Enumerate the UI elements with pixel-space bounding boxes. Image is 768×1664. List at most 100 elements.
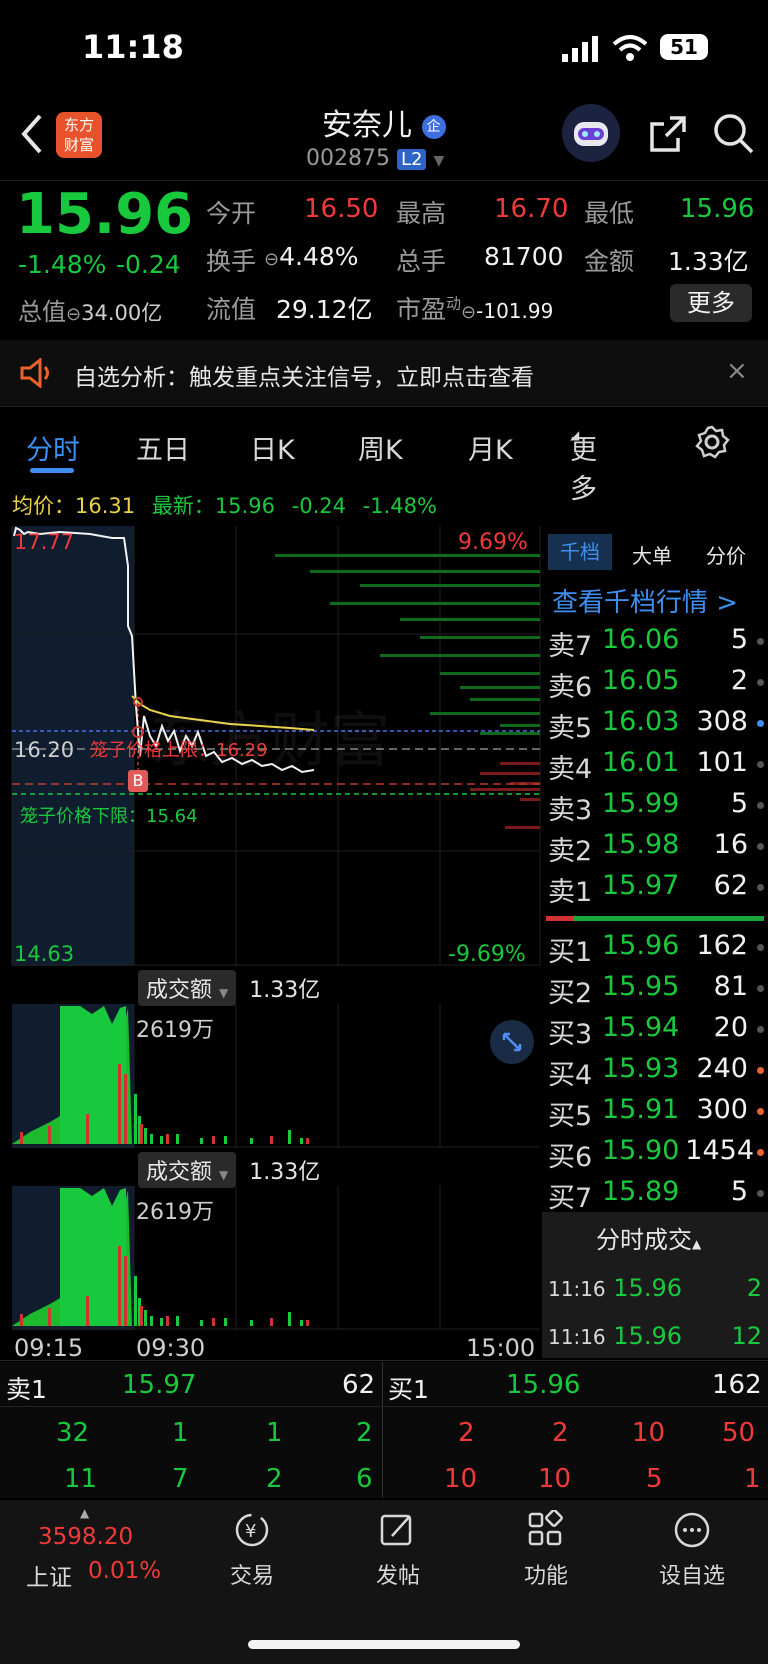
latest-pct: -1.48% bbox=[362, 494, 437, 518]
stock-code[interactable]: 002875 L2 ▼ bbox=[306, 146, 444, 171]
float-label: 流值 bbox=[206, 295, 257, 324]
amount-chart-2[interactable] bbox=[0, 1186, 542, 1330]
close-icon[interactable]: × bbox=[726, 356, 748, 386]
bid-row-7[interactable]: 买7 15.89 5 bbox=[548, 1172, 768, 1214]
buy-queue-item: 10 bbox=[632, 1418, 666, 1448]
ask-row-2[interactable]: 卖2 15.98 16 bbox=[548, 825, 768, 867]
app-logo-line1: 东方 bbox=[63, 116, 94, 134]
tab-weekly-k[interactable]: 周K bbox=[358, 428, 403, 467]
amount-chart[interactable] bbox=[0, 1004, 542, 1148]
sell1-price: 15.97 bbox=[122, 1370, 197, 1400]
ask-volume: 62 bbox=[713, 870, 748, 901]
gear-icon[interactable] bbox=[694, 424, 730, 467]
bid-price: 15.89 bbox=[602, 1176, 680, 1207]
amount-selector[interactable]: 成交额 ▼ bbox=[138, 970, 237, 1006]
ask-row-5[interactable]: 卖5 16.03 308 bbox=[548, 702, 768, 744]
ask-row-7[interactable]: 卖7 16.06 5 bbox=[548, 620, 768, 662]
nav-trade[interactable]: ¥ 交易 bbox=[192, 1510, 312, 1590]
buy-queue-item: 2 bbox=[552, 1418, 569, 1448]
time-end: 15:00 bbox=[466, 1334, 536, 1362]
buy-marker[interactable]: B bbox=[128, 770, 148, 792]
bid-label: 买1 bbox=[548, 937, 593, 968]
nav-add-watchlist[interactable]: 设自选 bbox=[632, 1510, 752, 1590]
back-button[interactable] bbox=[18, 112, 46, 160]
tab-five-day[interactable]: 五日 bbox=[136, 428, 190, 467]
trade-row: 11:16 15.96 2 bbox=[548, 1274, 762, 1302]
trades-panel[interactable]: 分时成交▲ 11:16 15.96 2 11:16 15.96 12 bbox=[542, 1212, 768, 1358]
buy-queue-item: 10 bbox=[538, 1464, 572, 1494]
bid-price: 15.93 bbox=[602, 1053, 680, 1084]
buy-queue-item: 50 bbox=[722, 1418, 756, 1448]
nav-functions[interactable]: 功能 bbox=[486, 1509, 606, 1590]
bid-row-6[interactable]: 买6 15.90 1454 bbox=[548, 1131, 768, 1173]
app-logo[interactable]: 东方 财富 bbox=[56, 112, 102, 158]
bid-row-1[interactable]: 买1 15.96 162 bbox=[548, 926, 768, 968]
signal-icon bbox=[560, 36, 600, 66]
index-name: 上证 bbox=[26, 1565, 72, 1591]
expand-icon[interactable] bbox=[490, 1020, 534, 1064]
notice-text: 自选分析：触发重点关注信号，立即点击查看 bbox=[74, 365, 534, 391]
chart-tabs: 分时 五日 日K 周K 月K 更多 ◢ bbox=[0, 408, 768, 505]
caret-down-icon: ▼ bbox=[219, 986, 229, 1000]
status-dot bbox=[757, 1190, 764, 1197]
sell-queue-item: 1 bbox=[266, 1418, 283, 1448]
status-dot bbox=[757, 720, 764, 727]
amount-total-2: 1.33亿 bbox=[249, 1160, 321, 1185]
bid-row-5[interactable]: 买5 15.91 300 bbox=[548, 1090, 768, 1132]
amount-max-label-2: 2619万 bbox=[136, 1200, 214, 1225]
ask-volume: 5 bbox=[730, 624, 748, 655]
status-dot bbox=[757, 1108, 764, 1115]
tab-daily-k[interactable]: 日K bbox=[250, 428, 295, 467]
status-dot bbox=[757, 802, 764, 809]
enterprise-badge: 企 bbox=[421, 114, 446, 139]
notice-bar[interactable]: 自选分析：触发重点关注信号，立即点击查看 × bbox=[0, 340, 768, 406]
tab-price-dist[interactable]: 分价 bbox=[706, 540, 746, 569]
bid-label: 买6 bbox=[548, 1142, 593, 1173]
high-label: 最高 bbox=[396, 199, 447, 228]
ask-row-1[interactable]: 卖1 15.97 62 bbox=[548, 866, 768, 908]
view-thousand-level-link[interactable]: 查看千档行情 > bbox=[552, 582, 738, 619]
ask-row-3[interactable]: 卖3 15.99 5 bbox=[548, 784, 768, 826]
tab-thousand-level[interactable]: 千档 bbox=[548, 534, 612, 570]
turnover: ⊖4.48% bbox=[264, 242, 359, 271]
info-icon: ⊖ bbox=[461, 302, 477, 323]
ratio-ask-part bbox=[546, 916, 574, 921]
ask-row-4[interactable]: 卖4 16.01 101 bbox=[548, 743, 768, 785]
robot-assistant-icon[interactable] bbox=[562, 104, 620, 162]
nav-post[interactable]: 发帖 bbox=[338, 1510, 458, 1590]
svg-text:¥: ¥ bbox=[245, 1521, 256, 1542]
trade-price: 15.96 bbox=[613, 1322, 682, 1350]
tab-big-orders[interactable]: 大单 bbox=[632, 540, 672, 569]
index-ticker[interactable]: ▲ 3598.20 上证 0.01% bbox=[16, 1506, 176, 1596]
status-dot bbox=[757, 679, 764, 686]
trades-title[interactable]: 分时成交▲ bbox=[596, 1220, 701, 1255]
bid-row-4[interactable]: 买4 15.93 240 bbox=[548, 1049, 768, 1091]
price-pct: -1.48% bbox=[18, 250, 107, 279]
bid-volume: 1454 bbox=[685, 1135, 754, 1166]
bid-row-3[interactable]: 买3 15.94 20 bbox=[548, 1008, 768, 1050]
tab-monthly-k[interactable]: 月K bbox=[468, 428, 513, 467]
info-icon: ⊖ bbox=[66, 304, 82, 325]
status-dot bbox=[757, 638, 764, 645]
amount-selector-2[interactable]: 成交额 ▼ bbox=[138, 1152, 237, 1188]
sell1-label: 卖1 bbox=[6, 1375, 47, 1404]
status-dot bbox=[757, 843, 764, 850]
intraday-chart[interactable]: 东方财富 bbox=[0, 526, 542, 966]
more-button[interactable]: 更多 bbox=[670, 284, 752, 322]
trade-time: 11:16 bbox=[548, 1325, 606, 1349]
bid-volume: 300 bbox=[696, 1094, 748, 1125]
ask-label: 卖2 bbox=[548, 836, 593, 867]
amount-panel-header[interactable]: 成交额 ▼ 1.33亿 bbox=[138, 970, 320, 1006]
bid-label: 买4 bbox=[548, 1060, 593, 1091]
amount-selector-label: 成交额 bbox=[146, 978, 213, 1003]
nav-add-watchlist-label: 设自选 bbox=[658, 1564, 725, 1589]
bid-row-2[interactable]: 买2 15.95 81 bbox=[548, 967, 768, 1009]
share-icon[interactable] bbox=[648, 114, 688, 158]
tab-intraday[interactable]: 分时 bbox=[26, 428, 80, 467]
search-icon[interactable] bbox=[712, 112, 756, 160]
ask-volume: 101 bbox=[696, 747, 748, 778]
amount-max-label: 2619万 bbox=[136, 1018, 214, 1043]
open-value: 16.50 bbox=[304, 194, 379, 224]
amount-panel-header-2[interactable]: 成交额 ▼ 1.33亿 bbox=[138, 1152, 320, 1188]
ask-row-6[interactable]: 卖6 16.05 2 bbox=[548, 661, 768, 703]
